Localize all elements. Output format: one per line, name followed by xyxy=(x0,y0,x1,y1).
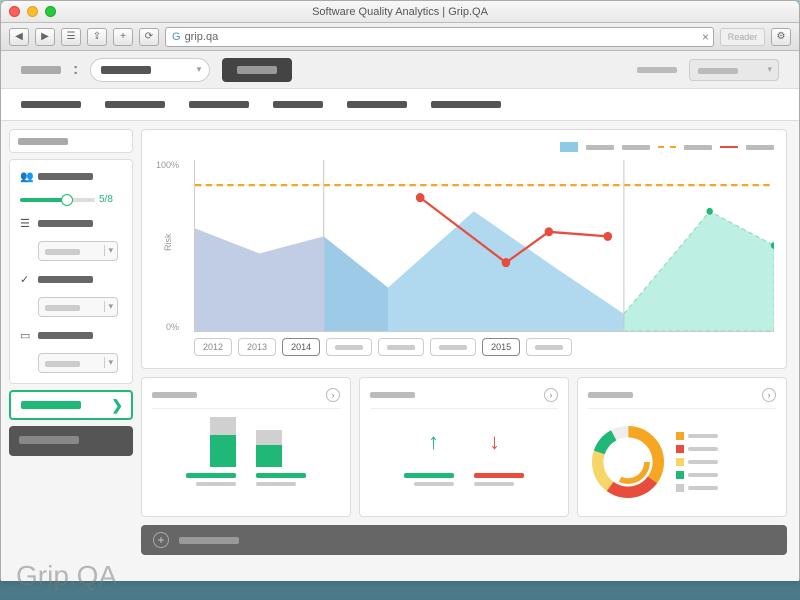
sidebar-section[interactable] xyxy=(9,426,133,456)
tab-5[interactable] xyxy=(347,101,407,108)
plus-icon[interactable]: + xyxy=(153,532,169,548)
tab-1[interactable] xyxy=(21,101,81,108)
add-button[interactable]: + xyxy=(113,28,133,46)
period-btn-3[interactable] xyxy=(430,338,476,356)
app-topbar: : xyxy=(1,51,799,89)
y-axis-label: Risk xyxy=(163,234,173,252)
chevron-right-icon[interactable]: › xyxy=(326,388,340,402)
chevron-right-icon[interactable]: › xyxy=(762,388,776,402)
time-selector: 2012 2013 2014 2015 xyxy=(194,338,774,356)
range-slider[interactable]: 5/8 xyxy=(20,194,122,205)
app-content: : 👥 5/8 xyxy=(1,51,799,581)
filter-label-4 xyxy=(38,332,93,339)
period-btn-2[interactable] xyxy=(378,338,424,356)
donut-chart xyxy=(588,422,668,502)
sidebar: 👥 5/8 ☰ ✓ ▭ xyxy=(1,121,141,581)
tab-2[interactable] xyxy=(105,101,165,108)
user-menu[interactable] xyxy=(689,59,779,81)
chart-plot: 100%0% Risk xyxy=(194,160,774,332)
metric-card-3[interactable]: › xyxy=(577,377,787,517)
bookmarks-button[interactable]: ☰ xyxy=(61,28,81,46)
back-button[interactable]: ◀ xyxy=(9,28,29,46)
sidebar-header xyxy=(9,129,133,153)
filter-label-1 xyxy=(38,173,93,180)
legend-swatch-1 xyxy=(560,142,578,152)
legend-threshold xyxy=(658,146,676,148)
filter-dropdown-1[interactable] xyxy=(38,241,118,261)
project-dropdown[interactable] xyxy=(90,58,210,82)
monitor-icon: ▭ xyxy=(20,329,32,341)
filter-dropdown-3[interactable] xyxy=(38,353,118,373)
check-icon: ✓ xyxy=(20,273,32,285)
period-btn-1[interactable] xyxy=(326,338,372,356)
slider-value: 5/8 xyxy=(99,194,113,205)
filter-panel: 👥 5/8 ☰ ✓ ▭ xyxy=(9,159,133,384)
titlebar: Software Quality Analytics | Grip.QA xyxy=(1,1,799,23)
apply-button[interactable] xyxy=(9,390,133,420)
topbar-label xyxy=(21,66,61,74)
watermark: Grip.QA xyxy=(16,560,117,592)
card-title xyxy=(370,392,415,398)
nav-tabs xyxy=(1,89,799,121)
reader-button[interactable]: Reader xyxy=(720,28,765,46)
tab-4[interactable] xyxy=(273,101,323,108)
minimize-icon[interactable] xyxy=(27,6,38,17)
browser-window: Software Quality Analytics | Grip.QA ◀ ▶… xyxy=(0,0,800,580)
year-2015[interactable]: 2015 xyxy=(482,338,520,356)
tab-6[interactable] xyxy=(431,101,501,108)
year-2013[interactable]: 2013 xyxy=(238,338,276,356)
tab-3[interactable] xyxy=(189,101,249,108)
period-btn-4[interactable] xyxy=(526,338,572,356)
arrow-up-icon: ↑ xyxy=(428,429,439,455)
primary-button[interactable] xyxy=(222,58,292,82)
url-bar[interactable]: G grip.qa × xyxy=(165,27,714,47)
users-icon: 👥 xyxy=(20,170,32,182)
clear-url-icon[interactable]: × xyxy=(702,30,709,44)
card-title xyxy=(152,392,197,398)
year-2012[interactable]: 2012 xyxy=(194,338,232,356)
reload-button[interactable]: ⟳ xyxy=(139,28,159,46)
share-button[interactable]: ⇪ xyxy=(87,28,107,46)
browser-toolbar: ◀ ▶ ☰ ⇪ + ⟳ G grip.qa × Reader ⚙ xyxy=(1,23,799,51)
legend-risk xyxy=(720,146,738,148)
metric-card-2[interactable]: › ↑ ↓ xyxy=(359,377,569,517)
settings-icon[interactable]: ⚙ xyxy=(771,28,791,46)
url-text: grip.qa xyxy=(185,31,219,43)
zoom-icon[interactable] xyxy=(45,6,56,17)
chart-legend xyxy=(154,142,774,152)
year-2014[interactable]: 2014 xyxy=(282,338,320,356)
list-icon: ☰ xyxy=(20,217,32,229)
forward-button[interactable]: ▶ xyxy=(35,28,55,46)
close-icon[interactable] xyxy=(9,6,20,17)
window-title: Software Quality Analytics | Grip.QA xyxy=(312,6,488,18)
card-title xyxy=(588,392,633,398)
metric-card-1[interactable]: › xyxy=(141,377,351,517)
add-widget-bar[interactable]: + xyxy=(141,525,787,555)
risk-chart-card: 100%0% Risk xyxy=(141,129,787,369)
filter-label-3 xyxy=(38,276,93,283)
donut-legend xyxy=(676,432,718,492)
filter-dropdown-2[interactable] xyxy=(38,297,118,317)
arrow-down-icon: ↓ xyxy=(489,429,500,455)
chevron-right-icon[interactable]: › xyxy=(544,388,558,402)
main-area: 100%0% Risk xyxy=(141,121,799,581)
filter-label-2 xyxy=(38,220,93,227)
account-label xyxy=(637,67,677,73)
